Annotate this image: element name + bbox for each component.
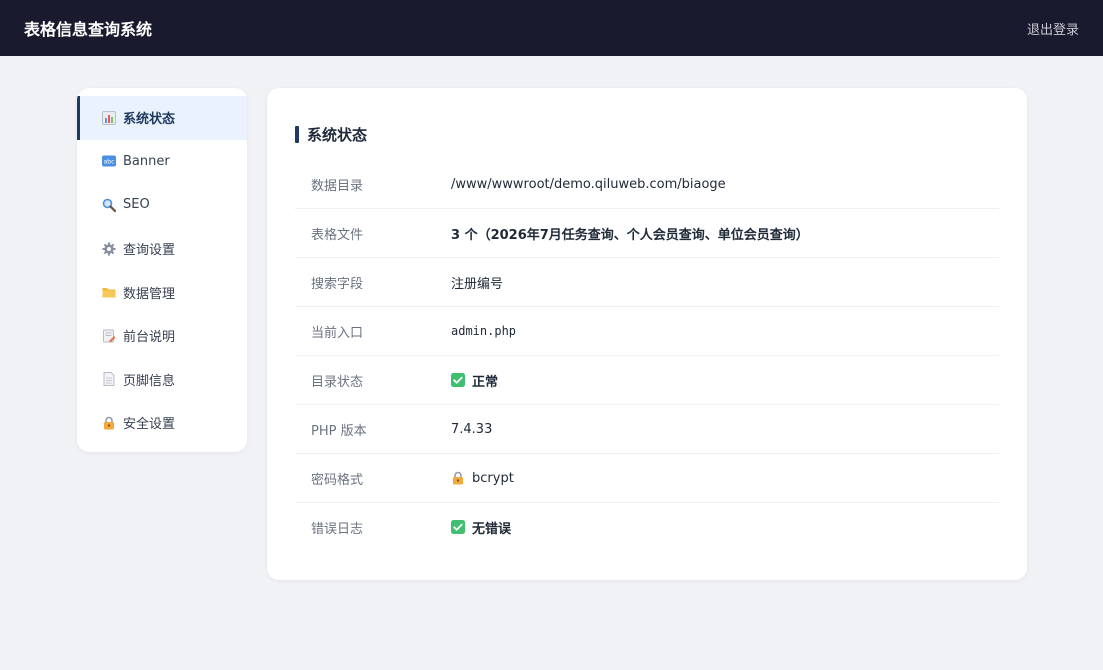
section-title: 系统状态 [295, 116, 999, 152]
info-value: bcrypt [472, 470, 514, 486]
sidebar-item-label: Banner [123, 153, 170, 169]
sidebar-item-status[interactable]: 系统状态 [77, 96, 247, 140]
sidebar: 系统状态 abc Banner SEO 查询设置 数据管理 前台说明 页脚信息 [77, 88, 247, 452]
sidebar-item-label: 前台说明 [123, 330, 176, 346]
sidebar-item-label: 查询设置 [123, 243, 176, 259]
sidebar-item-query-settings[interactable]: 查询设置 [77, 227, 247, 271]
page-icon [102, 372, 116, 387]
info-value: 3 个（2026年7月任务查询、个人会员查询、单位会员查询） [451, 227, 809, 243]
sidebar-item-label: 数据管理 [123, 286, 176, 302]
sidebar-item-seo[interactable]: SEO [77, 183, 247, 227]
info-value: 注册编号 [451, 276, 504, 292]
info-label: 数据目录 [311, 178, 364, 194]
magnifier-icon [102, 198, 116, 212]
info-row-data-dir: 数据目录 /www/wwwroot/demo.qiluweb.com/biaog… [295, 160, 999, 209]
info-label: 表格文件 [311, 227, 364, 243]
app-title: 表格信息查询系统 [24, 20, 153, 39]
lock-icon [451, 471, 465, 485]
sidebar-item-security[interactable]: 安全设置 [77, 401, 247, 445]
info-label: 目录状态 [311, 374, 364, 390]
gear-icon [102, 242, 116, 256]
svg-text:abc: abc [104, 159, 115, 166]
info-value-wrap: bcrypt [451, 471, 514, 486]
info-row-dir-status: 目录状态 正常 [295, 356, 999, 405]
title-accent-bar [295, 125, 299, 143]
info-label: 搜索字段 [311, 276, 364, 292]
info-row-table-files: 表格文件 3 个（2026年7月任务查询、个人会员查询、单位会员查询） [295, 209, 999, 258]
sidebar-item-footer-info[interactable]: 页脚信息 [77, 358, 247, 402]
memo-icon [102, 329, 116, 343]
folder-icon [102, 285, 116, 299]
top-bar: 表格信息查询系统 退出登录 [0, 0, 1103, 56]
status-badge: 无错误 [472, 521, 512, 537]
bar-chart-icon [102, 110, 116, 125]
info-row-entry: 当前入口 admin.php [295, 307, 999, 356]
info-row-password-format: 密码格式 bcrypt [295, 454, 999, 503]
sidebar-item-label: 系统状态 [123, 112, 176, 128]
sidebar-item-label: 页脚信息 [123, 373, 176, 389]
sidebar-item-data-management[interactable]: 数据管理 [77, 270, 247, 314]
check-icon [451, 373, 465, 387]
lock-icon [102, 416, 116, 430]
info-value: /www/wwwroot/demo.qiluweb.com/biaoge [451, 176, 726, 192]
info-value: admin.php [451, 324, 517, 338]
info-label: PHP 版本 [311, 423, 367, 439]
sidebar-item-frontend-notes[interactable]: 前台说明 [77, 314, 247, 358]
sidebar-item-label: 安全设置 [123, 417, 176, 433]
info-value: 7.4.33 [451, 421, 493, 437]
info-value-wrap: 正常 [451, 371, 498, 390]
info-row-search-field: 搜索字段 注册编号 [295, 258, 999, 307]
info-label: 错误日志 [311, 521, 364, 537]
abc-icon: abc [102, 154, 116, 168]
status-card: 系统状态 数据目录 /www/wwwroot/demo.qiluweb.com/… [267, 88, 1027, 580]
info-label: 当前入口 [311, 325, 364, 341]
logout-link[interactable]: 退出登录 [1027, 19, 1079, 38]
info-row-php-version: PHP 版本 7.4.33 [295, 405, 999, 454]
sidebar-item-banner[interactable]: abc Banner [77, 140, 247, 184]
page-title: 系统状态 [307, 125, 368, 144]
info-value-wrap: 无错误 [451, 518, 511, 537]
info-label: 密码格式 [311, 472, 364, 488]
status-badge: 正常 [472, 374, 499, 390]
info-row-error-log: 错误日志 无错误 [295, 503, 999, 551]
sidebar-item-label: SEO [123, 197, 150, 213]
check-icon [451, 520, 465, 534]
